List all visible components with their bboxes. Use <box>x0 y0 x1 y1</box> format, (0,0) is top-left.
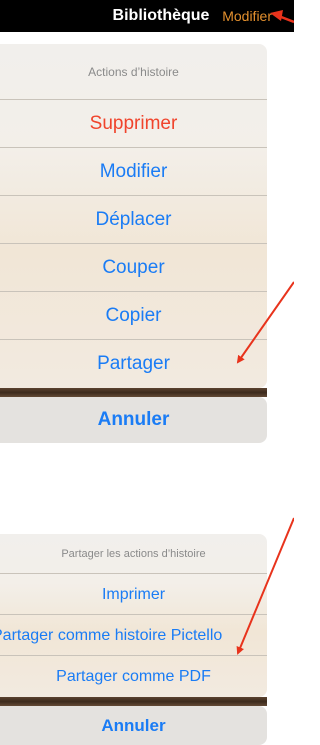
story-actions-sheet: Actions d’histoire Supprimer Modifier Dé… <box>0 44 267 388</box>
wood-divider <box>0 388 267 397</box>
navigation-bar: Bibliothèque Modifier <box>0 0 294 32</box>
share-actions-sheet: Partager les actions d’histoire Imprimer… <box>0 534 267 697</box>
edit-story-button[interactable]: Modifier <box>0 148 267 196</box>
share-button[interactable]: Partager <box>0 340 267 388</box>
cut-button[interactable]: Couper <box>0 244 267 292</box>
share-as-pdf-button[interactable]: Partager comme PDF <box>0 656 267 697</box>
wood-divider <box>0 697 267 706</box>
sheet-title: Partager les actions d’histoire <box>0 534 267 574</box>
delete-button[interactable]: Supprimer <box>0 100 267 148</box>
print-button[interactable]: Imprimer <box>0 574 267 615</box>
cancel-button[interactable]: Annuler <box>0 397 267 443</box>
cancel-button[interactable]: Annuler <box>0 706 267 745</box>
sheet-title: Actions d’histoire <box>0 44 267 100</box>
move-button[interactable]: Déplacer <box>0 196 267 244</box>
copy-button[interactable]: Copier <box>0 292 267 340</box>
share-as-pictello-button[interactable]: Partager comme histoire Pictello <box>0 615 267 656</box>
edit-button[interactable]: Modifier <box>222 0 272 32</box>
